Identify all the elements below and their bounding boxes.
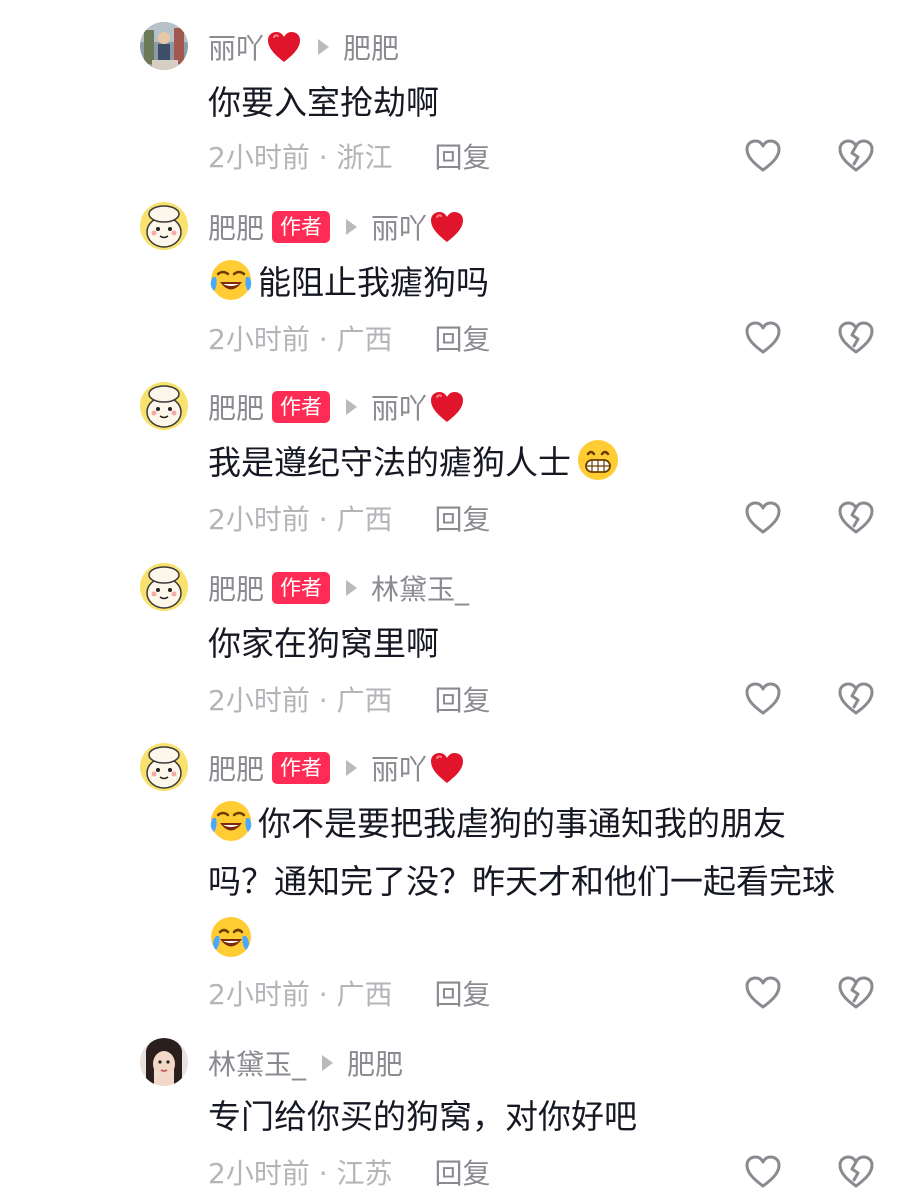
reply-button[interactable]: 回复 xyxy=(435,498,491,538)
red-heart-emoji xyxy=(429,390,465,424)
reply-to-name[interactable]: 肥肥 xyxy=(347,1043,403,1083)
comment-meta: 2小时前 · 浙江 回复 xyxy=(208,136,491,176)
broken-heart-outline-icon[interactable] xyxy=(836,1152,876,1192)
heart-outline-icon[interactable] xyxy=(743,318,783,358)
broken-heart-outline-icon[interactable] xyxy=(836,318,876,358)
reply-button[interactable]: 回复 xyxy=(435,318,491,358)
comment-meta: 2小时前 · 广西 回复 xyxy=(208,498,491,538)
time-location: 2小时前 · 广西 xyxy=(208,978,393,1011)
reply-to-name[interactable]: 肥肥 xyxy=(343,27,399,67)
time-location: 2小时前 · 浙江 xyxy=(208,141,393,174)
avatar[interactable] xyxy=(140,382,188,430)
avatar[interactable] xyxy=(140,202,188,250)
comment-line xyxy=(208,911,868,969)
comment-line-text: 我是遵纪守法的瘧狗人士 xyxy=(208,443,571,482)
avatar[interactable] xyxy=(140,22,188,70)
reply-button[interactable]: 回复 xyxy=(435,973,491,1013)
comment-text: 专门给你买的狗窝，对你好吧 xyxy=(208,1088,868,1146)
reply-to-name[interactable]: 丽吖 xyxy=(371,748,427,788)
author-name[interactable]: 肥肥 xyxy=(208,568,264,608)
red-heart-emoji xyxy=(266,30,302,64)
author-name[interactable]: 肥肥 xyxy=(208,207,264,247)
play-triangle-icon xyxy=(346,219,358,235)
play-triangle-icon xyxy=(322,1055,334,1071)
comment-line-text: 你不是要把我虐狗的事通知我的朋友 xyxy=(258,804,786,843)
comment-meta: 2小时前 · 广西 回复 xyxy=(208,973,491,1013)
reply-to-name[interactable]: 林黛玉_ xyxy=(371,568,469,608)
avatar[interactable] xyxy=(140,743,188,791)
author-badge: 作者 xyxy=(272,572,331,604)
tears-of-joy-emoji xyxy=(208,914,254,960)
avatar[interactable] xyxy=(140,563,188,611)
comment-line: 吗？通知完了没？昨天才和他们一起看完球 xyxy=(208,862,835,901)
time-location: 2小时前 · 江苏 xyxy=(208,1157,393,1190)
play-triangle-icon xyxy=(346,760,358,776)
reply-button[interactable]: 回复 xyxy=(435,679,491,719)
comment-line: 你家在狗窝里啊 xyxy=(208,624,439,663)
comment-line: 你要入室抢劫啊 xyxy=(208,83,439,122)
comment-meta: 2小时前 · 江苏 回复 xyxy=(208,1152,491,1192)
broken-heart-outline-icon[interactable] xyxy=(836,136,876,176)
author-name[interactable]: 肥肥 xyxy=(208,748,264,788)
avatar[interactable] xyxy=(140,1038,188,1086)
heart-outline-icon[interactable] xyxy=(743,973,783,1013)
red-heart-emoji xyxy=(429,751,465,785)
time-location: 2小时前 · 广西 xyxy=(208,323,393,356)
comment-text: 我是遵纪守法的瘧狗人士 xyxy=(208,434,868,492)
crying-laughing-emoji xyxy=(208,798,254,844)
comment-line: 我是遵纪守法的瘧狗人士 xyxy=(208,434,868,492)
time-location: 2小时前 · 广西 xyxy=(208,503,393,536)
comment-header: 林黛玉_ 肥肥 xyxy=(208,1042,403,1084)
comment-header: 肥肥 作者 丽吖 xyxy=(208,747,465,789)
broken-heart-outline-icon[interactable] xyxy=(836,679,876,719)
heart-outline-icon[interactable] xyxy=(743,1152,783,1192)
comment-line: 能阻止我瘧狗吗 xyxy=(208,254,868,312)
comment-line-text: 能阻止我瘧狗吗 xyxy=(258,263,489,302)
author-badge: 作者 xyxy=(272,752,331,784)
comment-text: 能阻止我瘧狗吗 xyxy=(208,254,868,312)
author-badge: 作者 xyxy=(272,391,331,423)
crying-laughing-emoji xyxy=(208,257,254,303)
broken-heart-outline-icon[interactable] xyxy=(836,973,876,1013)
comment-line: 你不是要把我虐狗的事通知我的朋友 xyxy=(208,795,868,853)
author-badge: 作者 xyxy=(272,211,331,243)
grinning-emoji xyxy=(575,437,621,483)
time-location: 2小时前 · 广西 xyxy=(208,684,393,717)
reply-to-name[interactable]: 丽吖 xyxy=(371,207,427,247)
comment-meta: 2小时前 · 广西 回复 xyxy=(208,318,491,358)
heart-outline-icon[interactable] xyxy=(743,136,783,176)
reply-button[interactable]: 回复 xyxy=(435,136,491,176)
play-triangle-icon xyxy=(346,399,358,415)
heart-outline-icon[interactable] xyxy=(743,498,783,538)
play-triangle-icon xyxy=(318,39,330,55)
comment-header: 肥肥 作者 林黛玉_ xyxy=(208,567,469,609)
comment-header: 肥肥 作者 丽吖 xyxy=(208,386,465,428)
reply-to-name[interactable]: 丽吖 xyxy=(371,387,427,427)
comment-text: 你家在狗窝里啊 xyxy=(208,615,868,673)
author-name[interactable]: 林黛玉_ xyxy=(208,1043,306,1083)
comment-header: 肥肥 作者 丽吖 xyxy=(208,206,465,248)
play-triangle-icon xyxy=(346,580,358,596)
comment-text: 你不是要把我虐狗的事通知我的朋友 吗？通知完了没？昨天才和他们一起看完球 xyxy=(208,795,868,969)
comment-text: 你要入室抢劫啊 xyxy=(208,74,868,132)
author-name[interactable]: 肥肥 xyxy=(208,387,264,427)
broken-heart-outline-icon[interactable] xyxy=(836,498,876,538)
comment-header: 丽吖 肥肥 xyxy=(208,26,399,68)
red-heart-emoji xyxy=(429,210,465,244)
heart-outline-icon[interactable] xyxy=(743,679,783,719)
author-name[interactable]: 丽吖 xyxy=(208,27,264,67)
reply-button[interactable]: 回复 xyxy=(435,1152,491,1192)
comment-meta: 2小时前 · 广西 回复 xyxy=(208,679,491,719)
comment-line: 专门给你买的狗窝，对你好吧 xyxy=(208,1097,637,1136)
